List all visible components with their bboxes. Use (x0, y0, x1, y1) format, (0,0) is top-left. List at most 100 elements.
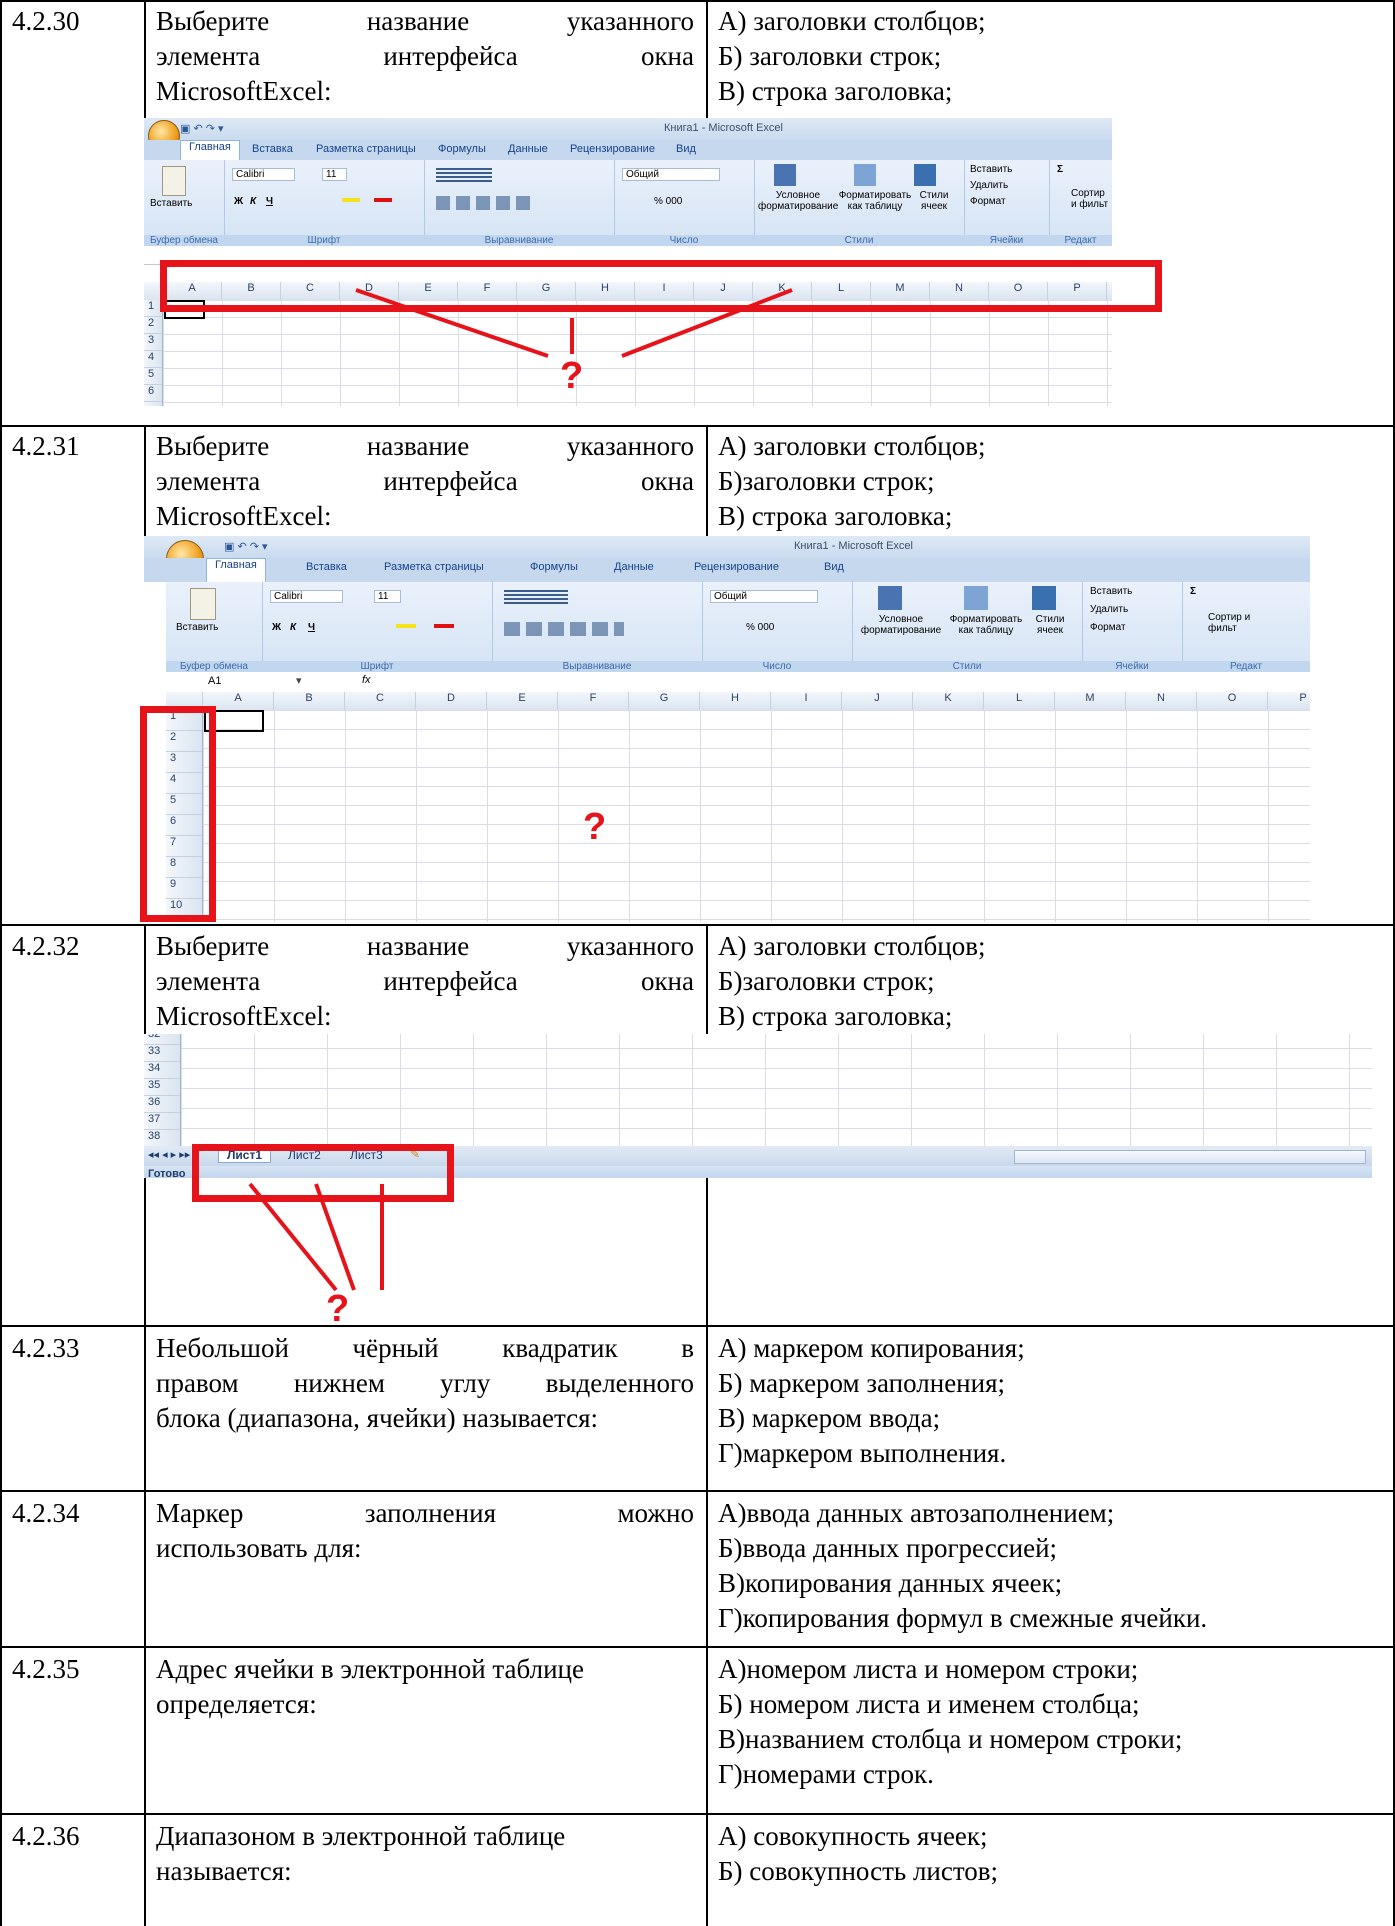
column-header[interactable]: O (1197, 692, 1268, 710)
delete-button[interactable]: Удалить (1090, 604, 1128, 615)
fx-icon[interactable]: fx (362, 674, 371, 686)
tab-insert[interactable]: Вставка (306, 561, 347, 573)
row-header[interactable]: 37 (144, 1113, 180, 1130)
question-line: называется: (156, 1856, 292, 1886)
question-line: Выберите название указанного (156, 929, 694, 964)
fill-color-icon[interactable] (396, 624, 416, 628)
row-header[interactable]: 35 (144, 1079, 180, 1096)
paste-button[interactable]: Вставить (176, 622, 218, 633)
question-word: интерфейса (383, 966, 518, 996)
question-word: интерфейса (383, 466, 518, 496)
question-word: название (366, 931, 470, 961)
tab-view[interactable]: Вид (824, 561, 844, 573)
tab-data[interactable]: Данные (614, 561, 654, 573)
question-line: Диапазоном в электронной таблице (156, 1821, 566, 1851)
question-number: 4.2.31 (12, 431, 80, 461)
column-header[interactable]: F (558, 692, 629, 710)
question-text: Адрес ячейки в электронной таблице опред… (156, 1652, 694, 1722)
question-text: Выберите название указанного элемента интер… (156, 429, 694, 534)
answer-c: В)копирования данных ячеек; (718, 1568, 1063, 1598)
question-line: Маркер заполнения можно (156, 1496, 694, 1531)
format-table-button[interactable]: Форматировать как таблицу (944, 614, 1028, 636)
format-button[interactable]: Формат (1090, 622, 1126, 633)
dropdown-icon[interactable]: ▾ (296, 674, 302, 687)
alignment-label: Выравнивание (492, 661, 702, 672)
row-header[interactable]: 36 (144, 1096, 180, 1113)
clipboard-label: Буфер обмена (166, 661, 262, 672)
column-header[interactable]: M (1055, 692, 1126, 710)
bold-button[interactable]: Ж (272, 622, 281, 633)
cell-grid[interactable] (203, 710, 1310, 922)
sheet-nav-icon[interactable]: ◂◂ ◂ ▸ ▸▸ (148, 1148, 190, 1161)
sort-button[interactable]: Сортир и фильт (1208, 612, 1258, 634)
question-line: элемента интерфейса окна (156, 964, 694, 999)
cell-styles-button[interactable]: Стили ячеек (1028, 614, 1072, 636)
answer-d: Г)номерами строк. (718, 1759, 934, 1789)
quick-access-toolbar: ▣ ↶ ↷ ▾ (224, 541, 268, 553)
underline-button[interactable]: Ч (308, 622, 315, 633)
font-group: Calibri 11 Ж К Ч Шрифт (262, 582, 493, 672)
answer-b: Б)ввода данных прогрессией; (718, 1533, 1058, 1563)
ribbon-tabs: Главная Вставка Разметка страницы Формул… (144, 558, 1310, 583)
number-label: Число (702, 661, 852, 672)
status-text: Готово (148, 1168, 186, 1178)
column-header[interactable]: H (700, 692, 771, 710)
question-word: название (366, 431, 470, 461)
question-word: углу (440, 1368, 491, 1398)
percent-button[interactable]: % 000 (746, 622, 774, 633)
name-box[interactable]: A1 (208, 675, 221, 687)
column-header[interactable]: N (1126, 692, 1197, 710)
column-header[interactable]: G (629, 692, 700, 710)
row-header[interactable]: 34 (144, 1062, 180, 1079)
number-format-select[interactable]: Общий (710, 590, 818, 603)
column-header[interactable]: L (984, 692, 1055, 710)
sum-icon[interactable]: Σ (1190, 586, 1196, 597)
column-header[interactable]: E (487, 692, 558, 710)
font-size-select[interactable]: 11 (374, 590, 402, 603)
question-word: Небольшой (156, 1333, 289, 1363)
cells-group: Вставить Удалить Формат Ячейки (1082, 582, 1183, 672)
column-header[interactable]: C (345, 692, 416, 710)
alignment-group: Выравнивание (492, 582, 703, 672)
tab-page-layout[interactable]: Разметка страницы (384, 561, 484, 573)
cond-format-button[interactable]: Условное форматирование (856, 614, 946, 636)
answer-a: А)номером листа и номером строки; (718, 1654, 1139, 1684)
cond-format-icon[interactable] (878, 586, 902, 610)
question-word: чёрный (352, 1333, 439, 1363)
cell-styles-icon[interactable] (1032, 586, 1056, 610)
tab-formulas[interactable]: Формулы (530, 561, 578, 573)
question-line: элемента интерфейса окна (156, 464, 694, 499)
italic-button[interactable]: К (290, 622, 296, 633)
styles-group: Условное форматирование Форматировать ка… (852, 582, 1083, 672)
insert-button[interactable]: Вставить (1090, 586, 1132, 597)
question-word: можно (617, 1498, 694, 1528)
column-header[interactable]: J (842, 692, 913, 710)
column-headers: ABCDEFGHIJKLMNOP (166, 692, 1310, 711)
column-header[interactable]: D (416, 692, 487, 710)
question-mark: ? (326, 1288, 350, 1330)
editing-label: Редакт (1182, 661, 1310, 672)
tab-home[interactable]: Главная (206, 558, 266, 583)
row-header[interactable]: 38 (144, 1130, 180, 1147)
question-mark: ? (560, 355, 584, 397)
row-header[interactable]: 33 (144, 1045, 180, 1062)
format-table-icon[interactable] (964, 586, 988, 610)
tab-review[interactable]: Рецензирование (694, 561, 779, 573)
excel-screenshot-row-headers: ▣ ↶ ↷ ▾ Книга1 - Microsoft Excel Главная… (144, 536, 1310, 922)
answer-c: В) строка заголовка; (718, 1001, 953, 1031)
column-header[interactable]: K (913, 692, 984, 710)
question-line: Небольшой чёрный квадратик в (156, 1331, 694, 1366)
row-header[interactable]: 32 (144, 1034, 180, 1045)
answer-d: Г)копирования формул в смежные ячейки. (718, 1603, 1208, 1633)
column-header[interactable]: B (274, 692, 345, 710)
question-word: указанного (566, 431, 694, 461)
font-color-icon[interactable] (434, 624, 454, 628)
horizontal-scrollbar[interactable] (1014, 1150, 1366, 1164)
column-header[interactable]: I (771, 692, 842, 710)
font-name-select[interactable]: Calibri (270, 590, 344, 603)
question-line: Выберите название указанного (156, 429, 694, 464)
align-icon[interactable] (504, 590, 568, 604)
column-header[interactable]: P (1268, 692, 1310, 710)
styles-label: Стили (852, 661, 1082, 672)
align-buttons-icon[interactable] (504, 622, 624, 636)
